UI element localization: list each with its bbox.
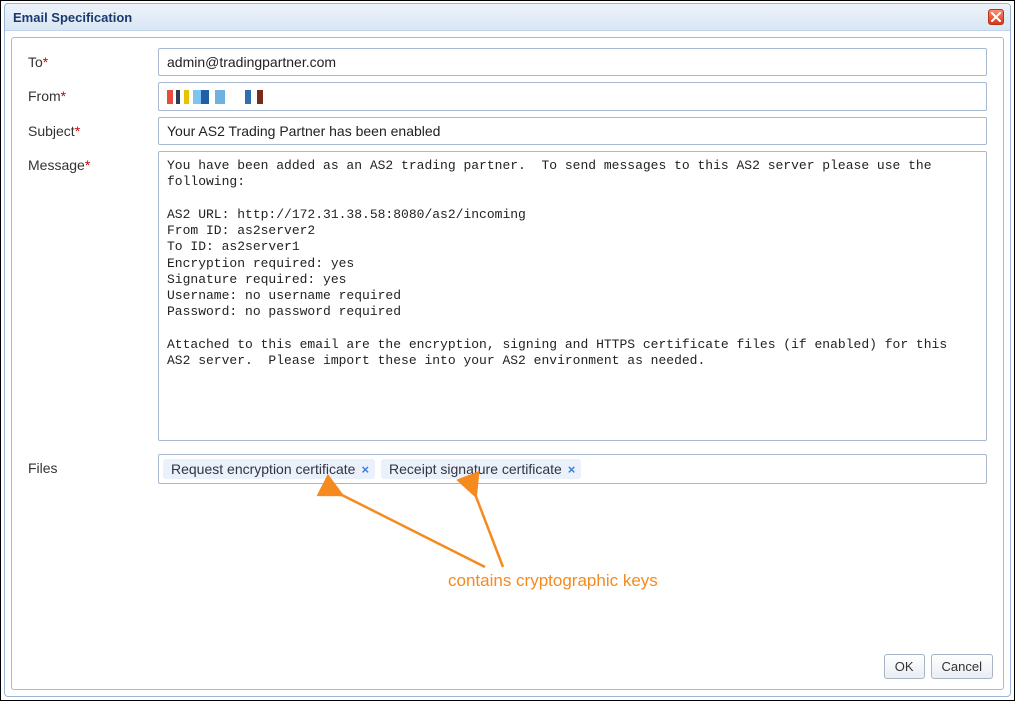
file-chip-remove-button[interactable]: × [568,463,576,476]
close-icon [991,12,1001,22]
label-to-text: To [28,54,43,70]
row-from: From* [28,82,987,111]
annotation-text: contains cryptographic keys [448,571,658,591]
label-subject: Subject* [28,117,158,139]
required-marker: * [85,157,90,173]
required-marker: * [43,54,48,70]
cancel-button[interactable]: Cancel [931,654,993,679]
files-input[interactable]: Request encryption certificate × Receipt… [158,454,987,484]
required-marker: * [75,123,80,139]
row-message: Message* [28,151,987,444]
label-subject-text: Subject [28,123,75,139]
file-chip-label: Receipt signature certificate [389,461,562,477]
subject-input[interactable] [158,117,987,145]
file-chip-signature-cert[interactable]: Receipt signature certificate × [381,459,581,479]
row-subject: Subject* [28,117,987,145]
redacted-from-value [167,90,307,104]
message-textarea[interactable] [158,151,987,441]
dialog-titlebar: Email Specification [5,4,1010,31]
label-from-text: From [28,88,61,104]
row-files: Files Request encryption certificate × R… [28,454,987,484]
file-chip-label: Request encryption certificate [171,461,355,477]
label-files-text: Files [28,460,58,476]
from-input[interactable] [158,82,987,111]
label-message-text: Message [28,157,85,173]
screenshot-frame: Email Specification To* [0,0,1015,701]
dialog-button-bar: OK Cancel [12,646,1003,689]
dialog-title: Email Specification [13,10,988,25]
row-to: To* [28,48,987,76]
to-input[interactable] [158,48,987,76]
file-chip-remove-button[interactable]: × [361,463,369,476]
label-from: From* [28,82,158,104]
email-specification-dialog: Email Specification To* [4,3,1011,697]
file-chip-encryption-cert[interactable]: Request encryption certificate × [163,459,375,479]
label-message: Message* [28,151,158,173]
dialog-body: To* From* [11,37,1004,690]
required-marker: * [61,88,66,104]
label-files: Files [28,454,158,476]
ok-button[interactable]: OK [884,654,925,679]
dialog-close-button[interactable] [988,9,1004,25]
label-to: To* [28,48,158,70]
form-area: To* From* [12,38,1003,646]
